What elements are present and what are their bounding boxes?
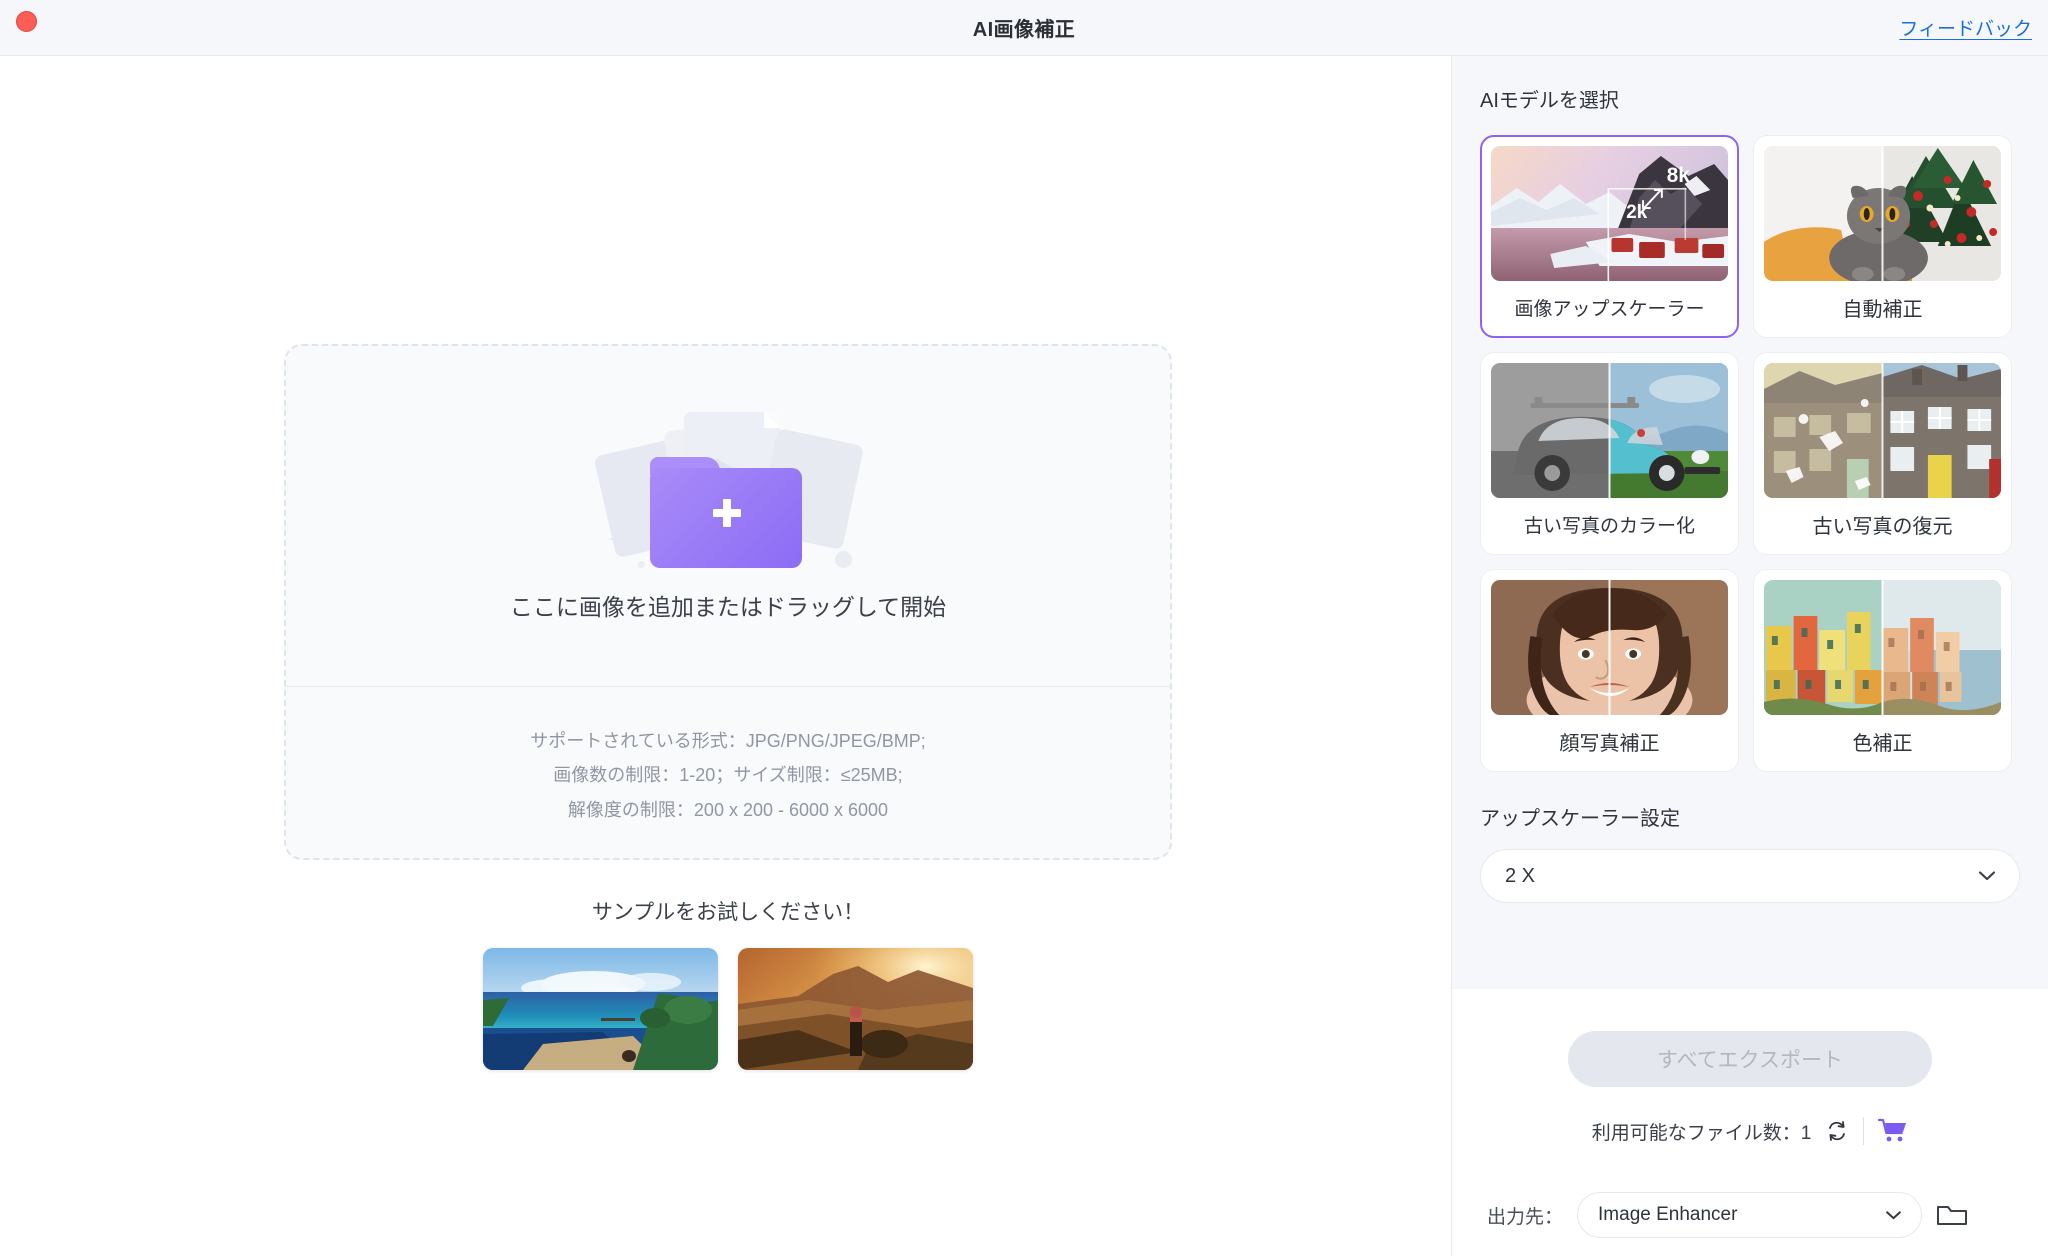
model-thumb-cliff-village xyxy=(1764,580,2001,715)
model-card-color-enhance[interactable]: 色補正 xyxy=(1753,569,2012,772)
chevron-down-glyph xyxy=(1886,1210,1901,1219)
model-card-auto-enhance[interactable]: 自動補正 xyxy=(1753,135,2012,338)
browse-folder-button[interactable] xyxy=(1936,1201,1968,1229)
folder-open-icon xyxy=(1937,1206,1968,1225)
old-townhouses-icon xyxy=(1764,363,2001,498)
model-grid: 2k 8k 画像アップスケーラー 自動補正 古い写真のカラー化 古い写真の復元 … xyxy=(1480,135,2020,772)
main-area: ✦ ここに画像を追加またはドラッグして開始 サポートされている形式：JPG/PN… xyxy=(0,56,1452,1256)
model-thumb-vintage-beetle xyxy=(1491,363,1728,498)
dropzone-note-formats: サポートされている形式：JPG/PNG/JPEG/BMP; xyxy=(530,730,926,751)
upscaler-settings-heading: アップスケーラー設定 xyxy=(1480,808,1680,830)
scale-select[interactable]: 2 X xyxy=(1480,849,2020,903)
model-thumb-mountain-upscale: 2k 8k xyxy=(1491,146,1728,281)
woman-portrait-icon xyxy=(1491,580,1728,715)
model-label-auto-enhance: 自動補正 xyxy=(1842,299,1923,321)
dropzone-note-resolution: 解像度の制限：200 x 200 - 6000 x 6000 xyxy=(567,799,889,820)
quota-value: 1 xyxy=(1800,1122,1812,1144)
cat-christmas-tree-icon xyxy=(1764,146,2001,281)
model-thumb-old-townhouses xyxy=(1764,363,2001,498)
shopping-cart-icon[interactable] xyxy=(1878,1118,1908,1144)
chevron-down-glyph xyxy=(1978,870,1996,880)
model-label-colorize-old-photo: 古い写真のカラー化 xyxy=(1523,516,1695,537)
sparkle-icon: ✦ xyxy=(606,524,632,557)
body-row: ✦ ここに画像を追加またはドラッグして開始 サポートされている形式：JPG/PN… xyxy=(0,56,2048,1256)
plus-icon xyxy=(712,498,742,528)
dropzone-prompt: ここに画像を追加またはドラッグして開始 xyxy=(509,594,947,620)
image-dropzone[interactable]: ✦ ここに画像を追加またはドラッグして開始 サポートされている形式：JPG/PN… xyxy=(284,344,1172,860)
model-label-face-enhance: 顔写真補正 xyxy=(1559,733,1660,755)
shopping-cart-glyph xyxy=(1878,1118,1907,1142)
quota-label: 利用可能なファイル数：1 xyxy=(1591,1122,1812,1144)
chevron-down-icon xyxy=(1978,868,1996,885)
model-card-image-upscaler[interactable]: 2k 8k 画像アップスケーラー xyxy=(1480,135,1739,338)
vintage-beetle-car-icon xyxy=(1491,363,1728,498)
output-label: 出力先： xyxy=(1487,1206,1564,1228)
quota-divider xyxy=(1863,1117,1865,1145)
output-destination-value: Image Enhancer xyxy=(1598,1204,1738,1225)
refresh-icon[interactable] xyxy=(1825,1119,1849,1143)
sunset-hiker-sample-icon xyxy=(738,948,973,1070)
model-label-color-enhance: 色補正 xyxy=(1852,733,1913,755)
dropzone-lower: サポートされている形式：JPG/PNG/JPEG/BMP; 画像数の制限：1-2… xyxy=(530,687,926,858)
model-label-image-upscaler: 画像アップスケーラー xyxy=(1514,299,1705,320)
quota-row: 利用可能なファイル数：1 xyxy=(1592,1117,1909,1145)
output-destination-select[interactable]: Image Enhancer xyxy=(1577,1192,1923,1238)
output-destination-row: 出力先： Image Enhancer xyxy=(1487,1192,1968,1238)
scale-select-value: 2 X xyxy=(1505,864,1536,887)
model-thumb-cat-christmas xyxy=(1764,146,2001,281)
sidebar-top-section: AIモデルを選択 2k 8k 画像アップスケーラー 自動補正 古い写真のカラー化… xyxy=(1452,56,2048,989)
model-card-restore-old-photo[interactable]: 古い写真の復元 xyxy=(1753,352,2012,555)
decor-dot-icon xyxy=(835,551,852,568)
model-label-restore-old-photo: 古い写真の復元 xyxy=(1812,516,1953,538)
svg-text:2k: 2k xyxy=(1626,202,1647,223)
sample-thumbnail-sunset-hiker[interactable] xyxy=(738,948,973,1070)
mountain-upscale-2k-8k-icon: 2k 8k xyxy=(1491,146,1728,281)
dropzone-note-limits: 画像数の制限：1-20；サイズ制限：≤25MB; xyxy=(553,765,903,786)
models-heading: AIモデルを選択 xyxy=(1480,90,1619,112)
app-window: AI画像補正 フィードバック ✦ ここに画像を追加またはドラッグして開始 サポー… xyxy=(0,0,2048,1256)
chevron-down-icon xyxy=(1886,1207,1901,1224)
feedback-link[interactable]: フィードバック xyxy=(1899,14,2032,41)
decor-dot-small-icon xyxy=(638,561,645,568)
samples-row xyxy=(483,948,973,1070)
model-card-colorize-old-photo[interactable]: 古い写真のカラー化 xyxy=(1480,352,1739,555)
page-title: AI画像補正 xyxy=(972,19,1076,41)
model-card-face-enhance[interactable]: 顔写真補正 xyxy=(1480,569,1739,772)
samples-section: サンプルをお試しください！ xyxy=(284,896,1172,1070)
sidebar-panel: AIモデルを選択 2k 8k 画像アップスケーラー 自動補正 古い写真のカラー化… xyxy=(1452,56,2048,1256)
folder-plus-illustration-icon: ✦ xyxy=(593,410,865,570)
samples-title: サンプルをお試しください！ xyxy=(591,901,865,924)
svg-text:8k: 8k xyxy=(1667,164,1690,187)
export-all-button[interactable]: すべてエクスポート xyxy=(1568,1031,1932,1087)
tropical-lagoon-sample-icon xyxy=(483,948,718,1070)
sample-thumbnail-tropical-lagoon[interactable] xyxy=(483,948,718,1070)
dropzone-upper: ✦ ここに画像を追加またはドラッグして開始 xyxy=(286,346,1170,686)
model-thumb-woman-portrait xyxy=(1491,580,1728,715)
refresh-glyph xyxy=(1829,1121,1846,1141)
title-bar: AI画像補正 フィードバック xyxy=(0,0,2048,56)
colorful-cliff-village-icon xyxy=(1764,580,2001,715)
